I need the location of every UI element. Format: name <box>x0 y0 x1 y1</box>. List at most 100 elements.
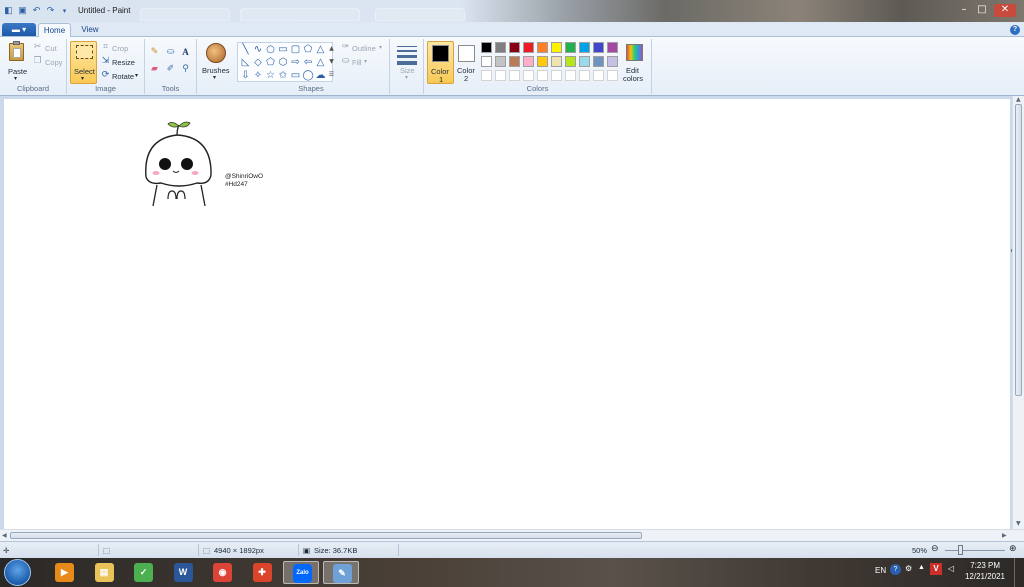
scroll-up-icon[interactable]: ▲ <box>1016 96 1021 103</box>
size-button[interactable]: Size ▾ <box>395 41 419 84</box>
shape-item[interactable]: ⇩ <box>240 70 251 81</box>
antivirus-tray-icon[interactable]: V <box>930 563 942 575</box>
palette-swatch[interactable] <box>481 70 492 81</box>
gallery-down-icon[interactable]: ▼ <box>326 56 337 67</box>
palette-swatch[interactable] <box>607 56 618 67</box>
help-icon[interactable]: ? <box>1010 25 1020 35</box>
taskbar-app-button[interactable]: ◉ <box>204 561 240 584</box>
palette-swatch[interactable] <box>509 42 520 53</box>
minimize-button[interactable]: – <box>956 4 972 17</box>
shape-item[interactable]: △ <box>315 57 326 68</box>
palette-swatch[interactable] <box>481 42 492 53</box>
zoom-slider[interactable] <box>945 550 1005 551</box>
show-hidden-icons[interactable]: ▲ <box>918 564 925 571</box>
palette-swatch[interactable] <box>481 56 492 67</box>
taskbar-app-button[interactable]: Zalo <box>283 561 319 584</box>
color1-button[interactable]: Color 1 <box>427 41 454 84</box>
shape-item[interactable]: ○ <box>265 44 276 55</box>
palette-swatch[interactable] <box>565 70 576 81</box>
save-icon[interactable]: ▣ <box>17 5 28 16</box>
vertical-scrollbar[interactable]: ▲ ▼ <box>1012 96 1024 529</box>
palette-swatch[interactable] <box>509 56 520 67</box>
palette-swatch[interactable] <box>523 42 534 53</box>
file-menu-button[interactable]: ▬ ▾ <box>2 23 36 36</box>
palette-swatch[interactable] <box>495 70 506 81</box>
crop-button[interactable]: Crop <box>112 44 128 53</box>
cut-button[interactable]: Cut <box>45 44 57 53</box>
eraser-icon[interactable]: ▰ <box>149 64 160 75</box>
shape-item[interactable]: ╲ <box>240 44 251 55</box>
horizontal-scrollbar[interactable]: ◀ ▶ <box>0 529 1024 541</box>
palette-swatch[interactable] <box>607 70 618 81</box>
shape-item[interactable]: ▢ <box>290 44 301 55</box>
shape-item[interactable]: ✧ <box>253 70 264 81</box>
shape-item[interactable]: ☁ <box>315 70 326 81</box>
shape-item[interactable]: ✩ <box>278 70 289 81</box>
brushes-button[interactable]: Brushes ▾ <box>199 41 231 84</box>
resize-button[interactable]: Resize <box>112 58 135 67</box>
zoom-slider-thumb[interactable] <box>958 545 963 555</box>
shape-item[interactable]: ◯ <box>303 70 314 81</box>
palette-swatch[interactable] <box>579 70 590 81</box>
horizontal-scroll-thumb[interactable] <box>10 532 642 539</box>
shape-item[interactable]: ◇ <box>253 57 264 68</box>
tab-home[interactable]: Home <box>38 23 71 37</box>
palette-swatch[interactable] <box>579 56 590 67</box>
palette-swatch[interactable] <box>551 56 562 67</box>
shape-item[interactable]: ⇨ <box>290 57 301 68</box>
paint-app-icon[interactable]: ◧ <box>3 5 14 16</box>
shape-item[interactable]: ▭ <box>290 70 301 81</box>
edit-colors-button[interactable]: Edit colors <box>621 41 649 84</box>
palette-swatch[interactable] <box>579 42 590 53</box>
palette-swatch[interactable] <box>537 42 548 53</box>
shape-item[interactable]: ◺ <box>240 57 251 68</box>
taskbar-app-button[interactable]: W <box>165 561 201 584</box>
palette-swatch[interactable] <box>565 56 576 67</box>
fill-icon[interactable]: ⛀ <box>165 47 176 58</box>
taskbar-app-button[interactable]: ✓ <box>125 561 161 584</box>
color-picker-icon[interactable]: ✐ <box>165 64 176 75</box>
shape-item[interactable]: ⇦ <box>303 57 314 68</box>
clock-date[interactable]: 12/21/2021 <box>965 572 1005 581</box>
drawing-canvas[interactable]: @ShinriOwO #Hd247 <box>4 99 1014 529</box>
taskbar-app-button[interactable]: ▤ <box>86 561 122 584</box>
close-button[interactable]: ✕ <box>994 4 1016 17</box>
taskbar-app-button[interactable]: ✚ <box>244 561 280 584</box>
scroll-right-icon[interactable]: ▶ <box>1002 532 1007 539</box>
text-icon[interactable]: A <box>180 47 191 58</box>
select-button[interactable]: Select ▾ <box>70 41 97 84</box>
clock-time[interactable]: 7:23 PM <box>970 561 1000 570</box>
outline-button[interactable]: Outline <box>352 44 376 53</box>
shape-item[interactable]: ∿ <box>253 44 264 55</box>
shape-item[interactable]: ⬠ <box>303 44 314 55</box>
shape-item[interactable]: ▭ <box>278 44 289 55</box>
shape-item[interactable]: ⬠ <box>265 57 276 68</box>
redo-icon[interactable]: ↷ <box>45 5 56 16</box>
palette-swatch[interactable] <box>523 56 534 67</box>
customize-quick-access-icon[interactable]: ▾ <box>59 5 70 16</box>
network-icon[interactable]: ⚙ <box>905 564 912 573</box>
volume-icon[interactable]: ◁ <box>948 564 954 573</box>
magnifier-icon[interactable]: ⚲ <box>180 64 191 75</box>
vertical-scroll-thumb[interactable] <box>1015 104 1022 396</box>
palette-swatch[interactable] <box>495 56 506 67</box>
gallery-up-icon[interactable]: ▲ <box>326 43 337 54</box>
palette-swatch[interactable] <box>593 70 604 81</box>
scroll-down-icon[interactable]: ▼ <box>1016 520 1021 527</box>
palette-swatch[interactable] <box>537 70 548 81</box>
palette-swatch[interactable] <box>509 70 520 81</box>
zoom-in-icon[interactable]: ⊕ <box>1009 544 1017 554</box>
shape-item[interactable]: ☆ <box>265 70 276 81</box>
scroll-left-icon[interactable]: ◀ <box>2 532 7 539</box>
shape-item[interactable]: ⬡ <box>278 57 289 68</box>
taskbar-app-button[interactable]: ✎ <box>322 561 359 584</box>
start-button[interactable] <box>4 559 31 586</box>
taskbar-app-button[interactable]: ▶ <box>46 561 82 584</box>
rotate-button[interactable]: Rotate <box>112 72 134 81</box>
language-indicator[interactable]: EN <box>875 566 886 575</box>
shape-item[interactable]: △ <box>315 44 326 55</box>
maximize-button[interactable]: □ <box>974 4 990 17</box>
fill-button[interactable]: Fill <box>352 58 362 67</box>
undo-icon[interactable]: ↶ <box>31 5 42 16</box>
palette-swatch[interactable] <box>551 70 562 81</box>
